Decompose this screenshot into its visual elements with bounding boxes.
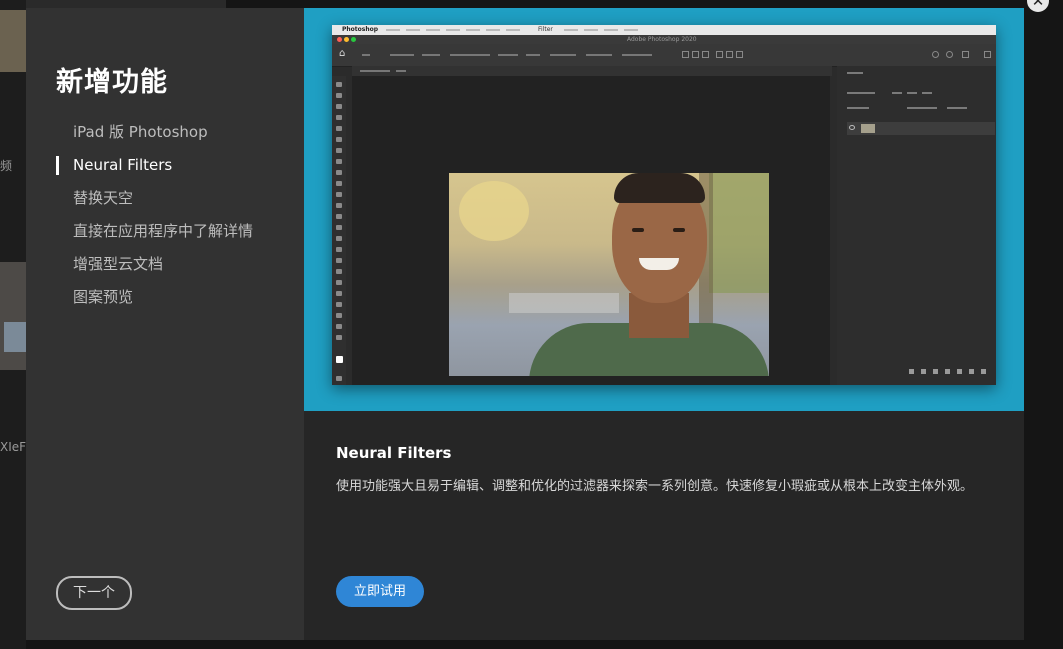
nav-item-in-app-learn[interactable]: 直接在应用程序中了解详情 xyxy=(56,220,253,253)
ps-window-title: Adobe Photoshop 2020 xyxy=(627,36,697,43)
dialog-title: 新增功能 xyxy=(56,67,168,98)
nav-item-pattern-preview[interactable]: 图案预览 xyxy=(56,286,253,319)
ps-menubar: Photoshop Filter xyxy=(332,25,996,35)
next-button[interactable]: 下一个 xyxy=(56,576,132,610)
whats-new-dialog: 新增功能 iPad 版 Photoshop Neural Filters 替换天… xyxy=(26,8,1024,640)
close-icon[interactable]: ✕ xyxy=(1027,0,1049,12)
nav-item-neural-filters[interactable]: Neural Filters xyxy=(56,154,253,187)
nav-item-ipad-photoshop[interactable]: iPad 版 Photoshop xyxy=(56,121,253,154)
background-app: 频 XIeF xyxy=(0,0,26,649)
home-icon: ⌂ xyxy=(339,48,346,59)
ps-canvas xyxy=(352,76,830,385)
ps-app-name: Photoshop xyxy=(342,26,379,33)
ps-options-bar: ⌂ xyxy=(332,44,996,67)
ps-menu-filter: Filter xyxy=(538,26,553,33)
feature-nav: iPad 版 Photoshop Neural Filters 替换天空 直接在… xyxy=(56,121,253,319)
background-text: 频 xyxy=(0,159,13,173)
ps-document-tab xyxy=(352,66,832,76)
ps-toolbar xyxy=(332,76,346,385)
photoshop-screenshot: Photoshop Filter Adobe Photoshop 2020 ⌂ xyxy=(332,25,996,385)
dialog-sidebar: 新增功能 iPad 版 Photoshop Neural Filters 替换天… xyxy=(26,8,304,640)
ps-titlebar: Adobe Photoshop 2020 xyxy=(332,35,996,44)
background-thumbnail xyxy=(0,262,26,370)
background-text: XIeF xyxy=(0,440,26,454)
background-thumbnail xyxy=(0,10,26,72)
feature-description: 使用功能强大且易于编辑、调整和优化的过滤器来探索一系列创意。快速修复小瑕疵或从根… xyxy=(336,479,974,494)
nav-item-sky-replacement[interactable]: 替换天空 xyxy=(56,187,253,220)
try-now-button[interactable]: 立即试用 xyxy=(336,576,424,607)
nav-item-cloud-documents[interactable]: 增强型云文档 xyxy=(56,253,253,286)
background-topbar xyxy=(26,0,226,8)
ps-layers-panel xyxy=(837,66,996,385)
feature-preview-image: Photoshop Filter Adobe Photoshop 2020 ⌂ xyxy=(304,8,1024,411)
portrait-photo xyxy=(449,173,769,376)
feature-title: Neural Filters xyxy=(336,444,452,462)
ps-layer-row xyxy=(847,122,995,135)
